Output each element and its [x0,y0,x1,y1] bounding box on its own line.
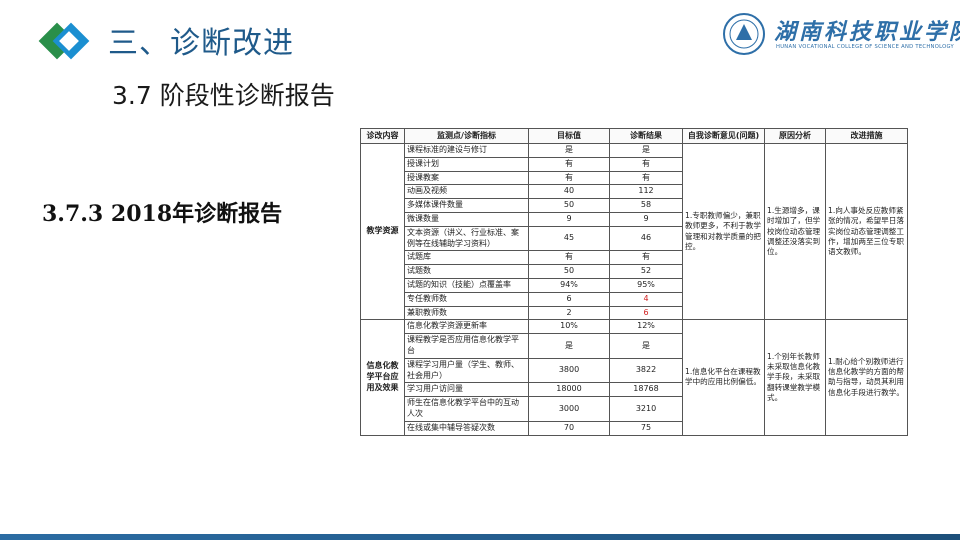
table-row: 信息化教学平台应用及效果 信息化教学资源更新率 10% 12% 1.信息化平台在课程教学… [360,319,908,436]
section-heading: 3.7.3 2018年诊断报告 [42,201,283,227]
target-cell: 9 [528,211,610,227]
indicator-cell: 专任教师数 [404,291,529,307]
result-cell: 58 [609,198,683,213]
target-cell: 有 [528,250,610,266]
result-cell: 6 [609,305,683,321]
result-cell: 46 [609,225,683,252]
result-cell: 是 [609,333,683,359]
cause-cell: 1.个别年长教师未采取信息化教学手段，未采取翻转课堂教学模式。 [764,319,826,436]
column-header: 诊断结果 [609,128,683,144]
result-cell: 有 [609,250,683,266]
school-name-en: HUNAN VOCATIONAL COLLEGE OF SCIENCE AND … [776,44,955,50]
result-cell: 3210 [609,396,683,422]
target-cell: 10% [528,319,610,335]
diagnosis-report-table: 诊改内容 监测点/诊断指标 目标值 诊断结果 自我诊断意见(问题) 原因分析 改… [360,128,908,436]
indicator-cell: 动画及视频 [404,184,529,200]
blue-diamond-icon [38,22,90,60]
target-cell: 有 [528,170,610,186]
page-subtitle: 3.7 阶段性诊断报告 [112,81,335,110]
indicator-cell: 师生在信息化教学平台中的互动人次 [404,396,529,422]
indicator-cell: 试题的知识（技能）点覆盖率 [404,277,529,293]
target-cell: 有 [528,156,610,172]
indicator-cell: 多媒体课件数量 [404,198,529,213]
school-seal-icon [723,13,765,55]
school-name: 湖南科技职业学院 [774,19,960,45]
opinion-cell: 1.信息化平台在课程教学中的应用比例偏低。 [682,319,765,436]
target-cell: 18000 [528,382,610,398]
target-cell: 是 [528,333,610,359]
indicator-cell: 课程学习用户量（学生、教师、社会用户） [404,357,529,384]
indicator-cell: 兼职教师数 [404,305,529,321]
column-header: 目标值 [528,128,610,144]
target-cell: 50 [528,264,610,279]
page-title: 三、诊断改进 [108,26,294,61]
indicator-cell: 试题库 [404,250,529,266]
target-cell: 6 [528,291,610,307]
column-header: 诊改内容 [360,128,405,144]
indicator-cell: 课程标准的建设与修订 [404,143,529,158]
measure-cell: 1.耐心给个别教师进行信息化教学的方面的帮助与指导，动员其利用信息化手段进行教学… [825,319,908,436]
indicator-cell: 学习用户访问量 [404,382,529,398]
table-row: 教学资源 课程标准的建设与修订是是 1.专职教师偏少，兼职教师更多，不利于教学管理和… [360,142,908,321]
result-cell: 52 [609,264,683,279]
opinion-cell: 1.专职教师偏少，兼职教师更多，不利于教学管理和对教学质量的把控。 [682,142,765,321]
school-logo: 湖南科技职业学院 HUNAN VOCATIONAL COLLEGE OF SCI… [722,8,960,62]
group-label-cell: 信息化教学平台应用及效果 [360,319,405,436]
column-header: 改进措施 [825,128,908,144]
target-cell: 45 [528,225,610,252]
target-cell: 70 [528,420,610,436]
indicator-cell: 课程教学是否应用信息化教学平台 [404,333,529,359]
result-cell: 9 [609,211,683,227]
indicator-cell: 在线或集中辅导答疑次数 [404,420,529,436]
target-cell: 50 [528,198,610,213]
result-cell: 18768 [609,382,683,398]
target-cell: 是 [528,143,610,158]
cause-cell: 1.生源增多，课时增加了，但学校岗位动态管理调整还没落实到位。 [764,142,826,321]
indicator-cell: 文本资源（讲义、行业标准、案例等在线辅助学习资料） [404,225,529,252]
indicator-cell: 授课计划 [404,156,529,172]
result-cell: 4 [609,291,683,307]
column-header: 监测点/诊断指标 [404,128,529,144]
indicator-cell: 试题数 [404,264,529,279]
target-cell: 94% [528,277,610,293]
result-cell: 是 [609,143,683,158]
indicator-cell: 授课教案 [404,170,529,186]
column-header: 自我诊断意见(问题) [682,128,765,144]
result-cell: 95% [609,277,683,293]
table-header-row: 诊改内容 监测点/诊断指标 目标值 诊断结果 自我诊断意见(问题) 原因分析 改… [360,128,908,144]
indicator-cell: 信息化教学资源更新率 [404,319,529,335]
target-cell: 3000 [528,396,610,422]
target-cell: 3800 [528,357,610,384]
target-cell: 40 [528,184,610,200]
result-cell: 有 [609,156,683,172]
bottom-bar [0,534,960,540]
result-cell: 3822 [609,357,683,384]
result-cell: 12% [609,319,683,335]
column-header: 原因分析 [764,128,826,144]
measure-cell: 1.向人事处反应教师紧张的情况，希望早日落实岗位动态管理调整工作，增加两至三位专… [825,142,908,321]
result-cell: 75 [609,420,683,436]
result-cell: 112 [609,184,683,200]
result-cell: 有 [609,170,683,186]
indicator-cell: 微课数量 [404,211,529,227]
target-cell: 2 [528,305,610,321]
group-label-cell: 教学资源 [360,142,405,321]
